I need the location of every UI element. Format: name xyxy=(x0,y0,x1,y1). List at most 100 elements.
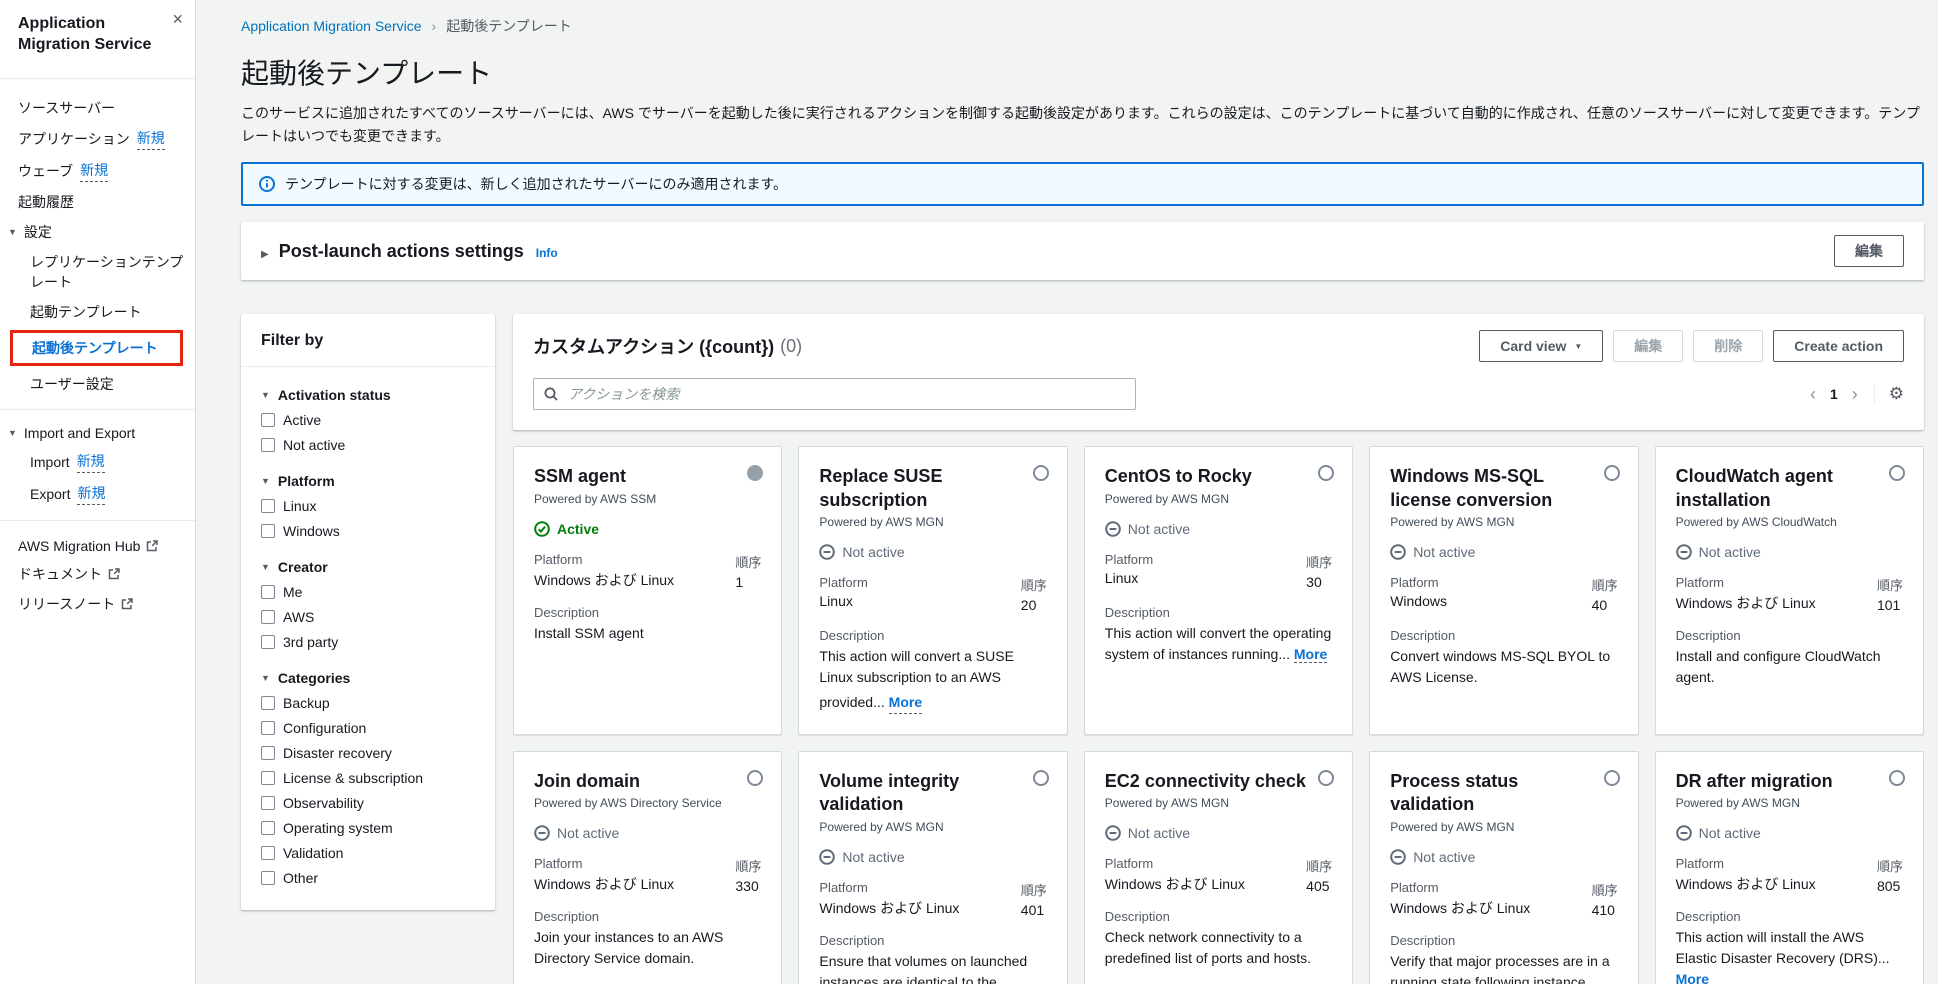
card-radio[interactable] xyxy=(1889,770,1905,786)
next-page-icon[interactable]: › xyxy=(1852,385,1858,403)
action-card[interactable]: Volume integrity validation Powered by A… xyxy=(798,751,1067,984)
more-link[interactable]: More xyxy=(1294,646,1327,663)
more-link[interactable]: More xyxy=(889,692,922,714)
action-card[interactable]: DR after migration Powered by AWS MGN No… xyxy=(1655,751,1924,984)
sidebar-item[interactable]: アプリケーション新規 xyxy=(0,123,195,155)
filter-group-title[interactable]: ▼Creator xyxy=(261,559,475,575)
filter-group-title[interactable]: ▼Activation status xyxy=(261,387,475,403)
card-view-dropdown[interactable]: Card view ▼ xyxy=(1479,330,1603,362)
filter-group-title[interactable]: ▼Platform xyxy=(261,473,475,489)
filter-option[interactable]: Windows xyxy=(261,523,475,539)
sidebar-item[interactable]: ▼設定 xyxy=(0,217,195,247)
platform-value: Windows および Linux xyxy=(534,874,674,894)
card-powered-by: Powered by AWS SSM xyxy=(534,492,761,506)
edit-settings-button[interactable]: 編集 xyxy=(1834,235,1904,267)
sidebar-item[interactable]: 起動後テンプレート xyxy=(10,330,183,366)
filter-option[interactable]: Validation xyxy=(261,845,475,861)
new-badge[interactable]: 新規 xyxy=(80,160,108,182)
filter-option-label: 3rd party xyxy=(283,634,338,650)
post-launch-header[interactable]: ▶ Post-launch actions settings Info xyxy=(261,241,558,262)
search-input[interactable] xyxy=(533,378,1136,410)
edit-action-button[interactable]: 編集 xyxy=(1613,330,1683,362)
card-radio[interactable] xyxy=(1604,465,1620,481)
action-card[interactable]: Process status validation Powered by AWS… xyxy=(1369,751,1638,984)
filter-option[interactable]: Disaster recovery xyxy=(261,745,475,761)
checkbox[interactable] xyxy=(261,499,275,513)
gear-icon[interactable]: ⚙ xyxy=(1874,384,1904,404)
action-card[interactable]: Windows MS-SQL license conversion Powere… xyxy=(1369,446,1638,735)
filter-option[interactable]: Operating system xyxy=(261,820,475,836)
action-card[interactable]: CentOS to Rocky Powered by AWS MGN Not a… xyxy=(1084,446,1353,735)
filter-option[interactable]: AWS xyxy=(261,609,475,625)
close-icon[interactable]: × xyxy=(172,10,183,28)
card-radio[interactable] xyxy=(1033,770,1049,786)
external-link[interactable]: リリースノート xyxy=(18,589,195,619)
checkbox[interactable] xyxy=(261,796,275,810)
sidebar-item[interactable]: ソースサーバー xyxy=(0,93,195,123)
sidebar-item[interactable]: 起動テンプレート xyxy=(0,297,195,327)
filter-group-label: Creator xyxy=(278,559,328,575)
action-card[interactable]: SSM agent Powered by AWS SSM Active Plat… xyxy=(513,446,782,735)
filter-option[interactable]: Active xyxy=(261,412,475,428)
filter-option[interactable]: Configuration xyxy=(261,720,475,736)
platform-value: Windows および Linux xyxy=(1676,593,1816,613)
sidebar-item[interactable]: レプリケーションテンプレート xyxy=(0,247,195,297)
checkbox[interactable] xyxy=(261,524,275,538)
filter-option[interactable]: 3rd party xyxy=(261,634,475,650)
new-badge[interactable]: 新規 xyxy=(137,128,165,150)
checkbox[interactable] xyxy=(261,696,275,710)
caret-down-icon[interactable]: ▼ xyxy=(8,227,17,237)
checkbox[interactable] xyxy=(261,413,275,427)
sidebar-item[interactable]: ▼Import and Export xyxy=(0,420,195,446)
external-link[interactable]: ドキュメント xyxy=(18,559,195,589)
info-link[interactable]: Info xyxy=(536,246,558,260)
order-label: 順序 xyxy=(1021,575,1047,594)
card-radio[interactable] xyxy=(1033,465,1049,481)
checkbox[interactable] xyxy=(261,585,275,599)
sidebar-item[interactable]: Import新規 xyxy=(0,446,195,478)
filter-option[interactable]: Backup xyxy=(261,695,475,711)
create-action-button[interactable]: Create action xyxy=(1773,330,1904,362)
filter-group-label: Platform xyxy=(278,473,335,489)
checkbox[interactable] xyxy=(261,821,275,835)
filter-group-label: Categories xyxy=(278,670,350,686)
filter-option[interactable]: Other xyxy=(261,870,475,886)
checkbox[interactable] xyxy=(261,721,275,735)
page-number[interactable]: 1 xyxy=(1830,386,1838,402)
card-description: Description Install SSM agent xyxy=(534,605,761,644)
custom-actions-header: カスタムアクション ({count}) (0) Card view ▼ 編集 削… xyxy=(513,314,1924,430)
action-card[interactable]: Join domain Powered by AWS Directory Ser… xyxy=(513,751,782,984)
sidebar-item[interactable]: ウェーブ新規 xyxy=(0,155,195,187)
external-link[interactable]: AWS Migration Hub xyxy=(18,533,195,559)
checkbox[interactable] xyxy=(261,846,275,860)
filter-group-title[interactable]: ▼Categories xyxy=(261,670,475,686)
checkbox[interactable] xyxy=(261,635,275,649)
sidebar-item[interactable]: Export新規 xyxy=(0,478,195,510)
filter-option[interactable]: Observability xyxy=(261,795,475,811)
checkbox[interactable] xyxy=(261,746,275,760)
breadcrumb-root-link[interactable]: Application Migration Service xyxy=(241,18,422,34)
action-card[interactable]: Replace SUSE subscription Powered by AWS… xyxy=(798,446,1067,735)
card-meta: Platform Windows 順序 40 xyxy=(1390,575,1617,613)
more-link[interactable]: More xyxy=(1676,971,1709,984)
sidebar-item[interactable]: 起動履歴 xyxy=(0,187,195,217)
filter-option[interactable]: License & subscription xyxy=(261,770,475,786)
checkbox[interactable] xyxy=(261,871,275,885)
caret-down-icon[interactable]: ▼ xyxy=(8,428,17,438)
checkbox[interactable] xyxy=(261,438,275,452)
delete-action-button[interactable]: 削除 xyxy=(1693,330,1763,362)
previous-page-icon[interactable]: ‹ xyxy=(1810,385,1816,403)
checkbox[interactable] xyxy=(261,771,275,785)
filter-option[interactable]: Me xyxy=(261,584,475,600)
action-card[interactable]: EC2 connectivity check Powered by AWS MG… xyxy=(1084,751,1353,984)
checkbox[interactable] xyxy=(261,610,275,624)
card-radio[interactable] xyxy=(1604,770,1620,786)
new-badge[interactable]: 新規 xyxy=(77,451,105,473)
filter-option[interactable]: Linux xyxy=(261,498,475,514)
status-label: Not active xyxy=(1413,544,1475,560)
action-card[interactable]: CloudWatch agent installation Powered by… xyxy=(1655,446,1924,735)
caret-right-icon[interactable]: ▶ xyxy=(261,249,269,260)
sidebar-item[interactable]: ユーザー設定 xyxy=(0,369,195,399)
new-badge[interactable]: 新規 xyxy=(77,483,105,505)
filter-option[interactable]: Not active xyxy=(261,437,475,453)
